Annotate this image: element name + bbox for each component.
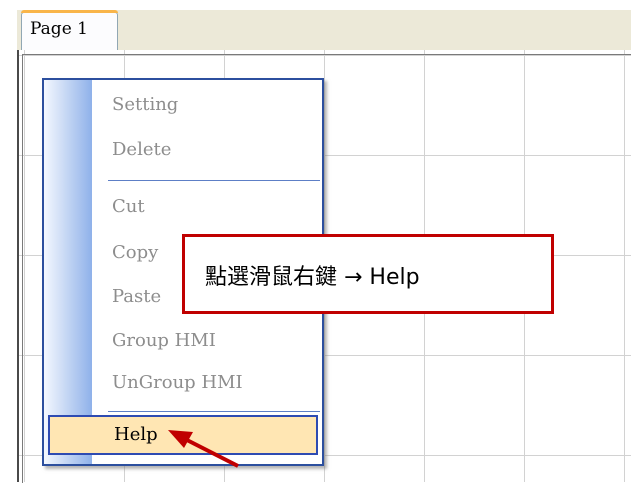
callout-text: 點選滑鼠右鍵 → Help [205, 265, 420, 290]
menu-item-cut[interactable]: Cut [112, 196, 145, 217]
menu-item-group-hmi[interactable]: Group HMI [112, 330, 216, 351]
instruction-callout: 點選滑鼠右鍵 → Help [182, 234, 554, 314]
menu-side-strip [44, 80, 92, 464]
menu-item-help[interactable]: Help [48, 415, 318, 455]
menu-item-setting[interactable]: Setting [112, 94, 178, 115]
menu-separator [108, 411, 320, 412]
menu-item-help-label: Help [114, 424, 158, 445]
menu-item-ungroup-hmi[interactable]: UnGroup HMI [112, 372, 243, 393]
tab-page-1[interactable]: Page 1 [21, 10, 118, 52]
tab-label: Page 1 [30, 19, 88, 39]
menu-item-copy[interactable]: Copy [112, 242, 158, 263]
menu-separator [108, 180, 320, 181]
menu-item-paste[interactable]: Paste [112, 286, 161, 307]
menu-item-delete[interactable]: Delete [112, 139, 171, 160]
